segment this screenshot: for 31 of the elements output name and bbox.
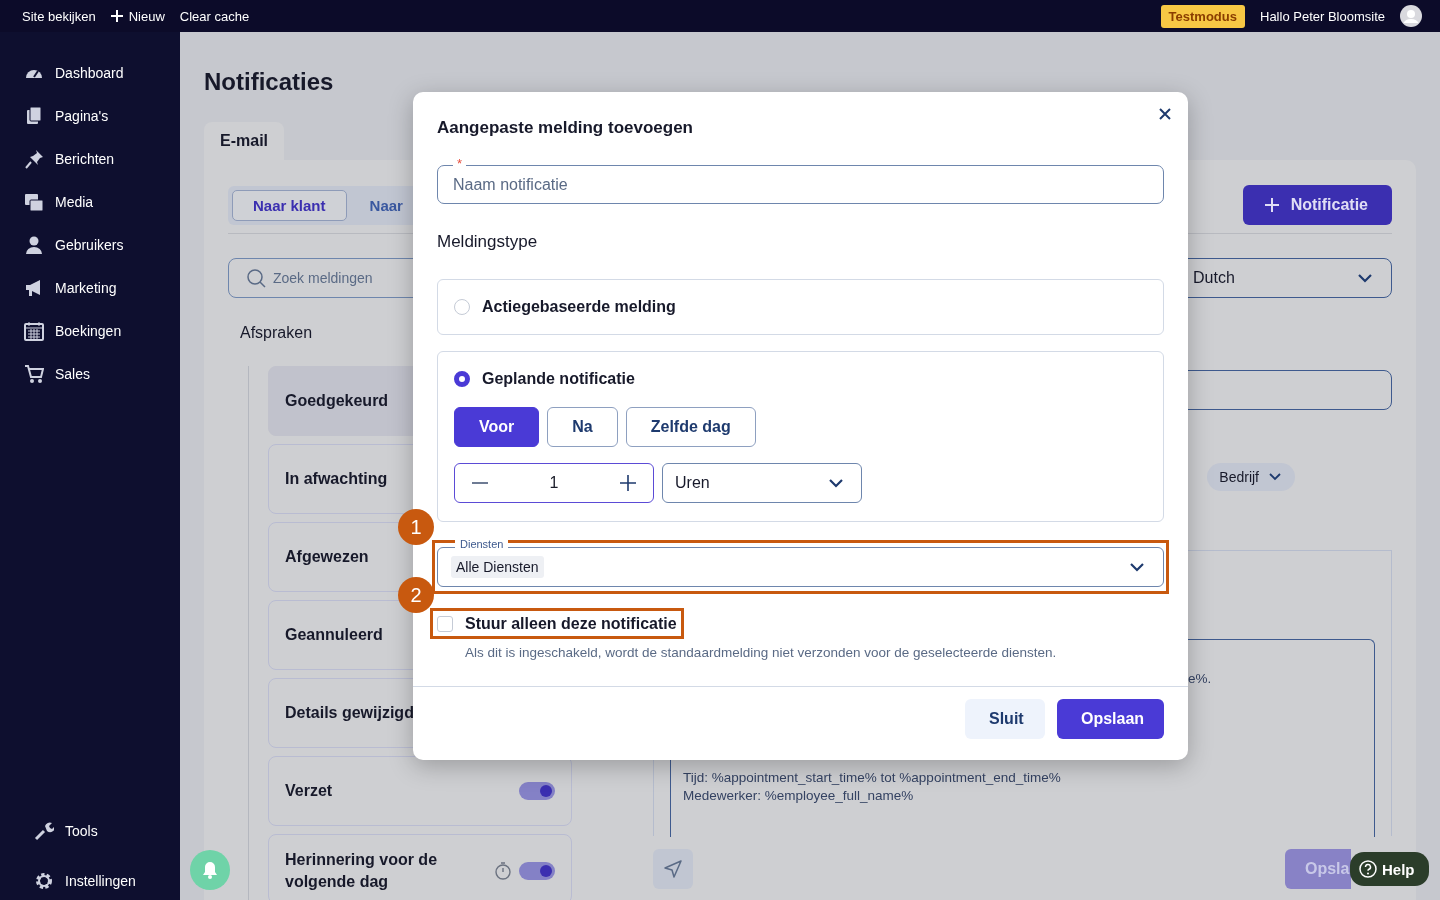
notification-label: Verzet <box>285 781 333 801</box>
editor-text-line: e%. <box>1188 670 1212 688</box>
notification-label: In afwachting <box>285 469 388 489</box>
step-number-badge: 1 <box>398 509 434 545</box>
notification-label: Details gewijzigd <box>285 703 414 723</box>
notification-label: Herinnering voor de volgende dag <box>285 850 439 892</box>
sidebar-item-label: Pagina's <box>55 108 109 124</box>
sidebar-item-label: Boekingen <box>55 323 122 339</box>
sidebar-item-label: Marketing <box>55 280 117 296</box>
radio-label: Geplande notificatie <box>482 370 635 388</box>
sidebar-item-label: Tools <box>65 823 98 839</box>
radio-label: Actiegebaseerde melding <box>482 298 676 316</box>
group-heading: Afspraken <box>240 324 314 342</box>
notification-label: Afgewezen <box>285 547 369 567</box>
test-mode-badge: Testmodus <box>1160 4 1245 28</box>
selected-tag: Alle Diensten <box>451 556 544 578</box>
field-label: Diensten <box>455 538 509 550</box>
sidebar-item-label: Instellingen <box>65 873 136 889</box>
page-title: Notificaties <box>204 68 334 96</box>
dialog-title: Aangepaste melding toevoegen <box>437 117 694 138</box>
greeting-text: Hallo Peter Bloomsite <box>1260 8 1385 24</box>
sidebar-item-label: Gebruikers <box>55 237 124 253</box>
editor-text-line: Medewerker: %employee_full_name% <box>683 787 915 805</box>
notification-label: Geannuleerd <box>285 625 383 645</box>
editor-text-line: Tijd: %appointment_start_time% tot %appointment_end_time% <box>683 769 1062 787</box>
sidebar-item-label: Berichten <box>55 151 115 167</box>
section-heading: Meldingstype <box>437 232 539 252</box>
notification-label: Goedgekeurd <box>285 391 389 411</box>
sidebar-item-label: Media <box>55 194 94 210</box>
sidebar-item-label: Dashboard <box>55 65 124 81</box>
sidebar-item-label: Sales <box>55 366 91 382</box>
